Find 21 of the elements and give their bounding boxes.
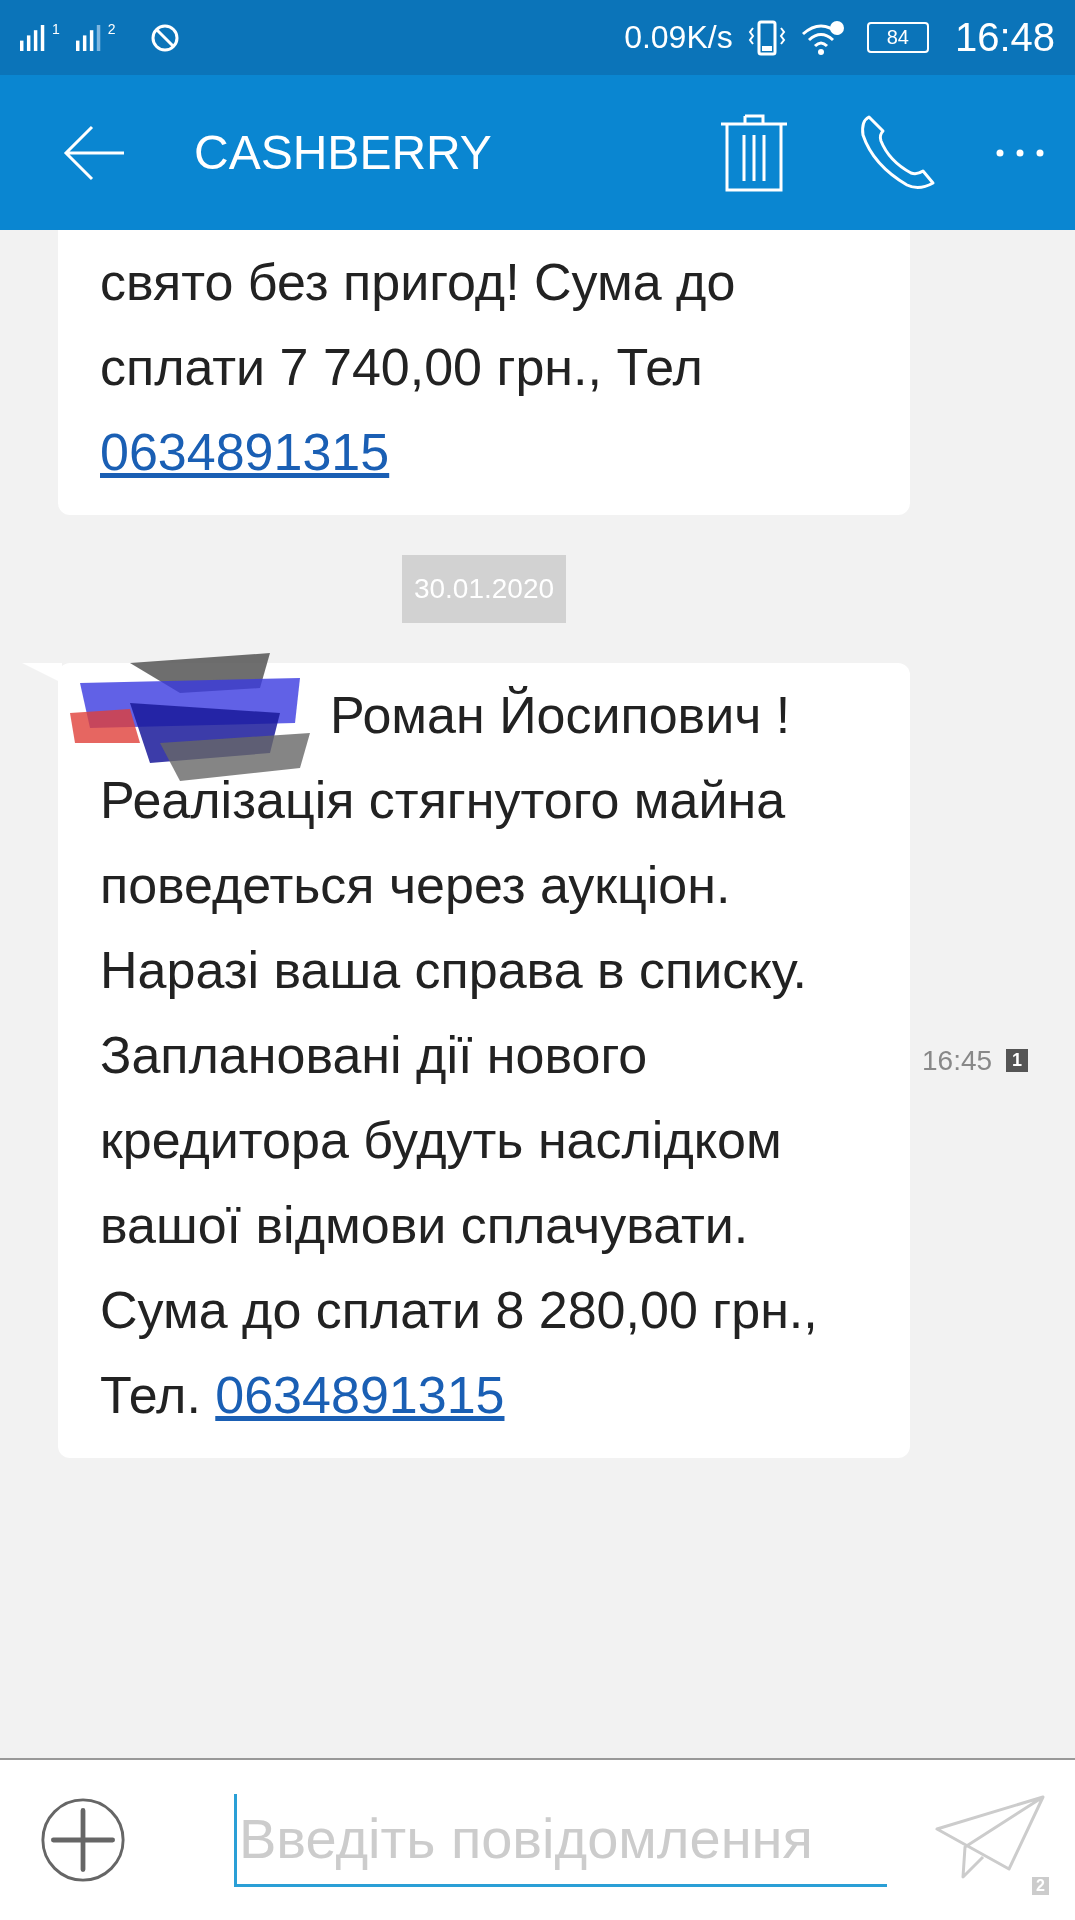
add-icon[interactable]: [40, 1797, 126, 1883]
signal-icon: [20, 24, 46, 51]
message-bubble[interactable]: [58, 663, 910, 1458]
message-text: свято без пригод! Сума до сплати 7 740,00 грн., Тел 0634891315: [100, 252, 737, 483]
phone-link[interactable]: 0634891315: [215, 1366, 505, 1424]
sim-number: 2: [107, 20, 116, 37]
sim-number: 1: [52, 20, 60, 37]
message-bubble[interactable]: свято без пригод! Сума до сплати 7 740,00 грн., Тел 0634891315: [58, 230, 910, 515]
signal-icon: [75, 24, 102, 51]
battery-level: 84: [866, 22, 929, 53]
do-not-disturb-icon: [149, 22, 180, 53]
network-speed: 0.09K/s: [624, 19, 733, 56]
wifi-icon: [800, 19, 845, 56]
more-icon[interactable]: [995, 147, 1045, 158]
delete-icon[interactable]: [719, 112, 789, 193]
status-time: 16:48: [954, 15, 1055, 60]
message-time: 16:45: [922, 1044, 993, 1077]
sim-badge: 1: [1006, 1049, 1029, 1072]
conversation-title: CASHBERRY: [194, 125, 493, 180]
phone-link[interactable]: 0634891315: [100, 423, 390, 481]
message-text: Роман Йосипович ! Реалізація стягнутого майна поведеться через аукціон. Наразі ваша справа в списку. Заплановані дії нового кредитора будуть наслідком вашої відмови сплачувати. Сума до сплати 8 280,00 грн., Тел. 0634891315: [100, 685, 819, 1426]
